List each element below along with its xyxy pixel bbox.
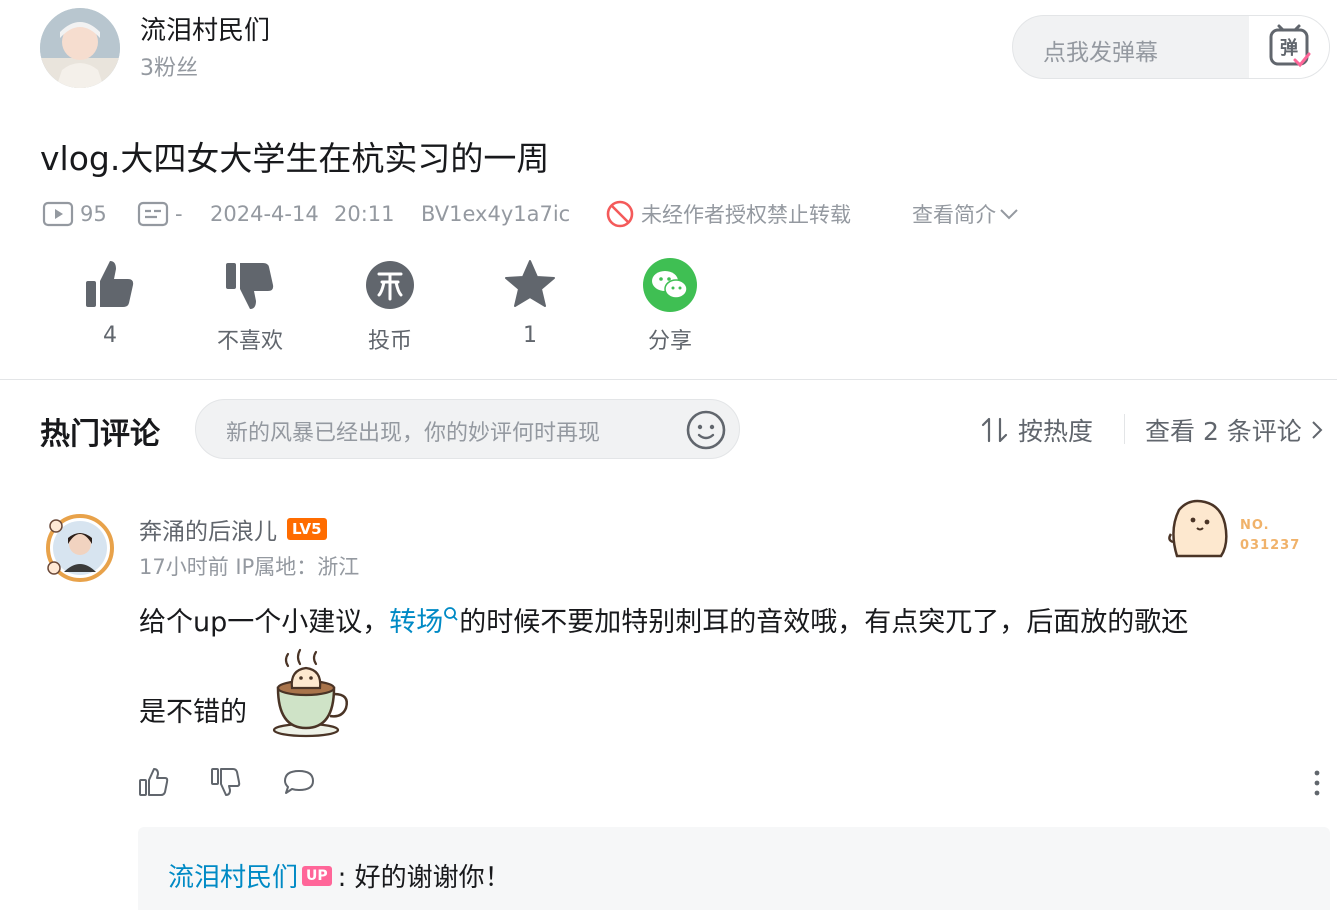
speech-bubble-icon	[284, 770, 314, 794]
level-badge: LV5	[287, 518, 327, 540]
danmaku-input[interactable]: 点我发弹幕 弹	[1012, 15, 1330, 79]
svg-text:弹: 弹	[1280, 37, 1298, 59]
play-count: 95	[42, 198, 107, 230]
danmaku-placeholder: 点我发弹幕	[1043, 40, 1158, 66]
hot-comments-title: 热门评论	[40, 417, 160, 452]
coffee-cup-sticker	[270, 648, 352, 738]
reply-username[interactable]: 流泪村民们	[168, 857, 298, 894]
search-icon	[444, 607, 458, 621]
commenter-avatar[interactable]	[46, 514, 114, 582]
fan-badge-mascot	[1168, 499, 1228, 558]
reply-line: 流泪村民们 UP : 好的谢谢你！	[168, 857, 511, 894]
fan-badge: NO. 031237	[1165, 496, 1325, 560]
fan-number: NO. 031237	[1240, 518, 1301, 553]
comment-text-line2: 是不错的	[139, 697, 247, 728]
reply-text: : 好的谢谢你！	[337, 863, 511, 893]
view-all-comments-link[interactable]: 查看 2 条评论	[1145, 412, 1326, 448]
publish-date: 2024-4-14	[210, 202, 319, 226]
section-divider	[0, 379, 1337, 380]
reply-preview[interactable]: 流泪村民们 UP : 好的谢谢你！	[138, 827, 1330, 910]
commenter-name[interactable]: 奔涌的后浪儿 LV5	[139, 512, 327, 546]
chevron-right-icon	[1312, 421, 1323, 439]
keyword-search-link[interactable]: 转场	[389, 607, 459, 638]
coin-icon	[366, 261, 414, 309]
danmaku-count-icon	[137, 201, 169, 227]
like-button[interactable]: 4	[60, 255, 160, 348]
sort-icon	[981, 417, 1008, 443]
danmaku-toggle-button[interactable]: 弹	[1249, 16, 1329, 78]
comment-reply-button[interactable]	[282, 766, 316, 800]
thumbs-down-outline-icon	[211, 768, 241, 796]
thumbs-up-outline-icon	[139, 768, 169, 796]
uploader-avatar[interactable]	[40, 8, 120, 88]
star-icon	[505, 260, 555, 307]
coin-button[interactable]: 投币	[340, 255, 440, 355]
bvid: BV1ex4y1a7ic	[421, 202, 571, 226]
share-button[interactable]: 分享	[620, 255, 720, 355]
uploader-name[interactable]: 流泪村民们	[140, 10, 270, 47]
more-options-button[interactable]	[1310, 768, 1324, 802]
comment-like-button[interactable]	[138, 766, 170, 800]
comment-input[interactable]: 新的风暴已经出现，你的妙评何时再现	[195, 399, 740, 459]
up-tag: UP	[302, 865, 332, 886]
play-icon	[42, 201, 74, 227]
comment-input-placeholder: 新的风暴已经出现，你的妙评何时再现	[226, 421, 601, 446]
no-repost-icon	[606, 200, 634, 228]
wechat-icon	[643, 258, 697, 312]
thumbs-up-icon	[86, 261, 134, 307]
comment-text: 给个up一个小建议，转场 的时候不要加特别刺耳的音效哦，有点突兀了，后面放的歌还	[139, 607, 1189, 638]
sort-by-hot-button[interactable]: 按热度	[980, 412, 1093, 448]
danmaku-count: -	[137, 198, 183, 230]
view-intro-link[interactable]: 查看简介	[912, 198, 1026, 230]
chevron-down-icon	[1000, 209, 1018, 220]
video-title: vlog.大四女大学生在杭实习的一周	[40, 139, 550, 178]
fans-count: 3粉丝	[140, 56, 198, 81]
dislike-button[interactable]: 不喜欢	[200, 255, 300, 355]
comment-time-ip: 17小时前 IP属地：浙江	[139, 555, 360, 579]
comment-dislike-button[interactable]	[210, 766, 242, 800]
thumbs-down-icon	[226, 263, 274, 309]
more-vertical-icon	[1314, 770, 1320, 796]
publish-time: 20:11	[334, 202, 395, 226]
emoji-icon[interactable]	[685, 409, 727, 451]
header-separator	[1124, 414, 1125, 444]
copyright-notice: 未经作者授权禁止转载	[605, 198, 851, 230]
danmaku-icon: 弹	[1269, 24, 1311, 68]
favorite-button[interactable]: 1	[480, 255, 580, 348]
